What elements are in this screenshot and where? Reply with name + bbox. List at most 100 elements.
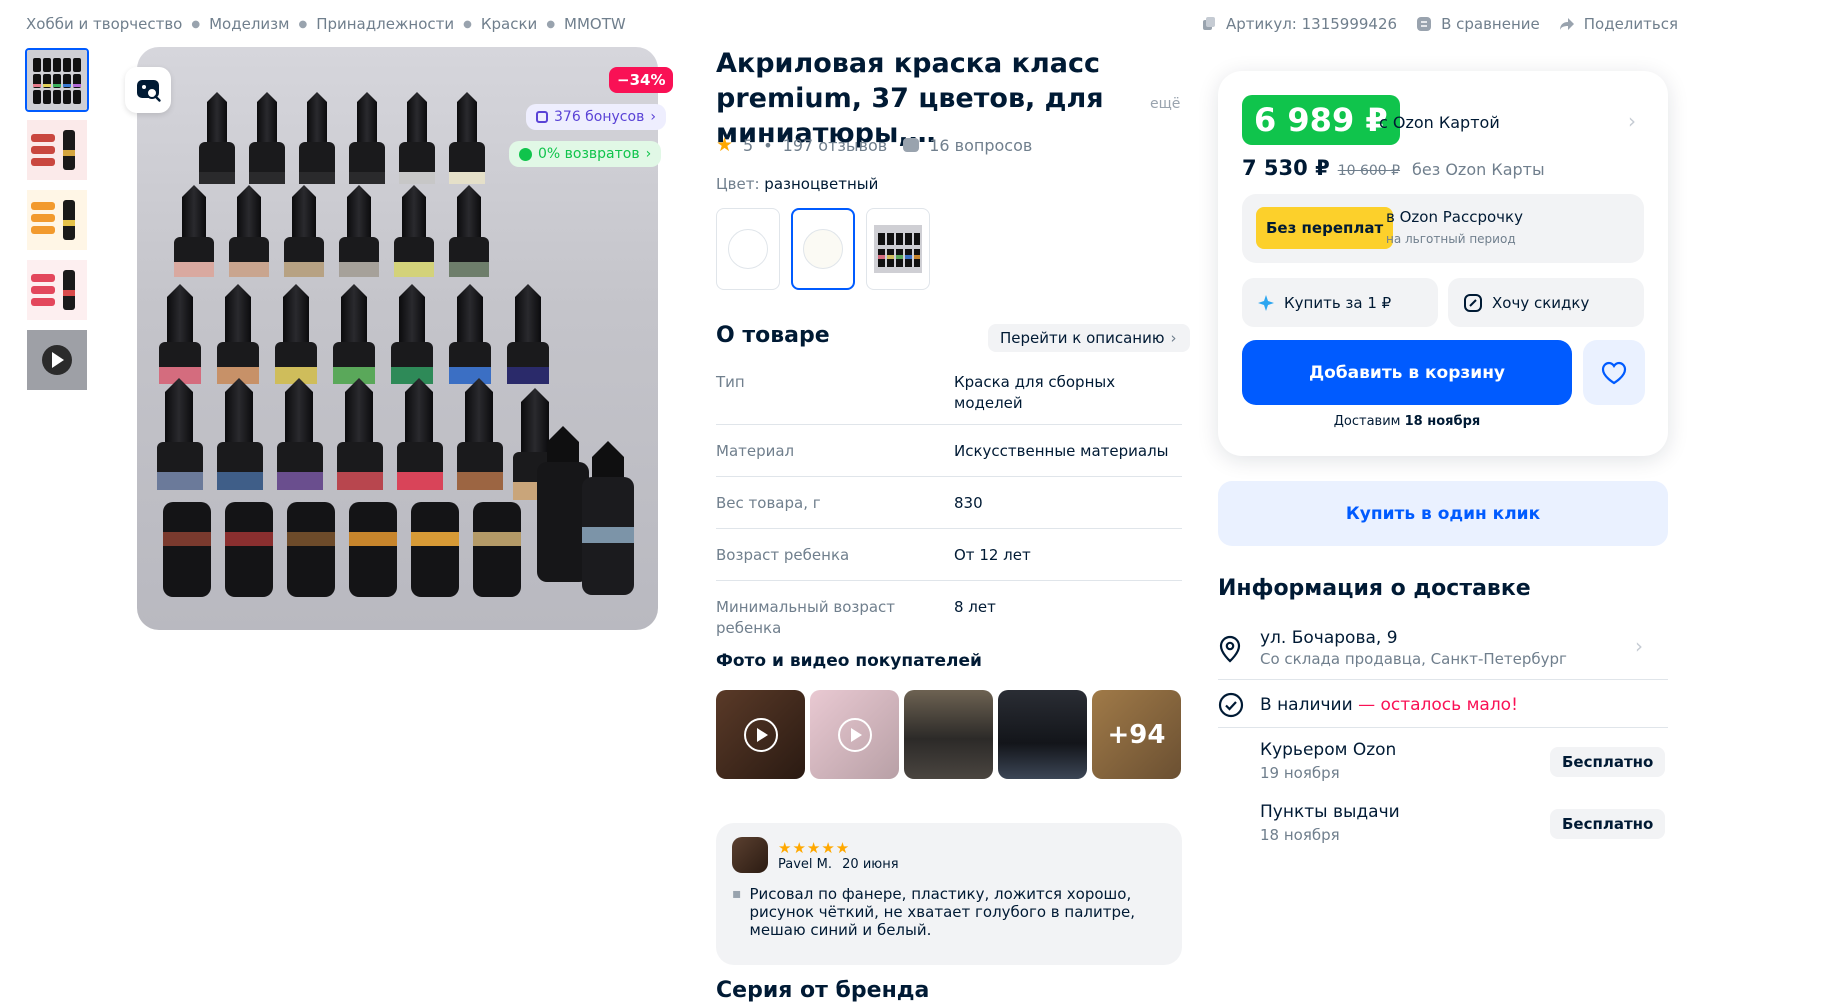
returns-label: 0% возвратов [538,146,640,162]
compare-button[interactable]: В сравнение [1415,15,1540,33]
paint-bottles-thumbnail [27,50,87,110]
thumbnail-infographic[interactable] [25,118,89,182]
bonus-badge[interactable]: 376 бонусов › [526,104,666,130]
thumbnail-infographic[interactable] [25,188,89,252]
with-ozon-card-label: с Ozon Картой [1379,113,1500,132]
breadcrumb-separator: ● [546,18,556,30]
review-card[interactable]: ★★★★★ Pavel M. 20 июня ▪ Рисовал по фане… [716,823,1182,965]
color-swatch-selected[interactable] [791,208,855,290]
price-card: 6 989 ₽ с Ozon Картой › 7 530 ₽ 10 600 ₽… [1218,71,1668,456]
heart-icon [1601,361,1627,384]
video-thumbnail [27,330,87,390]
buy-for-1-button[interactable]: Купить за 1 ₽ [1242,278,1438,327]
ugc-more[interactable]: +94 [1092,690,1181,779]
regular-price: 7 530 ₽ [1242,156,1330,180]
article-number[interactable]: Артикул: 1315999426 [1200,15,1397,33]
series-title: Серия от бренда [716,978,930,1003]
returns-badge[interactable]: 0% возвратов › [509,141,662,167]
infographic-thumbnail [27,190,87,250]
swatch-color [803,229,843,269]
delivery-note-prefix: Доставим [1333,414,1401,429]
compare-icon [1417,17,1432,31]
spec-key: Тип [716,373,745,391]
spec-value: 830 [954,494,983,512]
location-pin-icon [1219,635,1241,663]
swatch-paint-image [874,225,922,273]
play-icon [837,717,872,752]
paint-bottles-photo [157,92,634,597]
address-from: Со склада продавца, Санкт-Петербург [1260,650,1567,668]
discount-badge: −34% [609,67,674,93]
specs-table: Тип Краска для сборных моделей Материал … [716,356,1182,649]
article-label: Артикул: 1315999426 [1226,15,1398,33]
main-product-image[interactable] [137,47,658,630]
shipping-name: Пункты выдачи [1260,802,1400,822]
ugc-photo[interactable] [998,690,1087,779]
shipping-option-pickup[interactable]: Пункты выдачи 18 ноября Бесплатно [1260,802,1668,854]
comment-icon: ▪ [732,886,742,902]
ugc-photo[interactable] [904,690,993,779]
chevron-right-icon: › [650,109,656,125]
discount-tag-icon [1464,293,1482,312]
color-swatches [716,208,930,290]
ugc-title: Фото и видео покупателей [716,651,982,671]
shipping-name: Курьером Ozon [1260,740,1397,760]
goto-description-button[interactable]: Перейти к описанию › [988,324,1191,352]
favorite-button[interactable] [1583,340,1645,405]
thumbnail-video[interactable] [25,328,89,392]
visual-search-button[interactable] [125,67,171,113]
chevron-right-icon[interactable]: › [1628,109,1636,133]
delivery-address[interactable]: ул. Бочарова, 9 Со склада продавца, Санк… [1218,620,1668,680]
spec-row: Материал Искусственные материалы [716,425,1182,477]
spec-key: Минимальный возраст ребенка [716,598,896,637]
reviews-link[interactable]: 197 отзывов [783,136,888,155]
color-swatch[interactable] [866,208,930,290]
shipping-date: 19 ноября [1260,764,1340,782]
breadcrumb-item[interactable]: MMOTW [564,15,626,33]
question-icon [903,138,920,152]
installment-subtitle: на льготный период [1386,232,1516,246]
installment-block[interactable]: Без переплат в Ozon Рассрочку на льготны… [1242,194,1644,263]
rating-separator: • [763,135,773,155]
ugc-video[interactable] [810,690,899,779]
breadcrumb-separator: ● [298,18,308,30]
spec-value: Искусственные материалы [954,442,1169,460]
breadcrumb-separator: ● [191,18,201,30]
breadcrumb-item[interactable]: Хобби и творчество [26,15,182,33]
copy-icon [1203,17,1215,30]
breadcrumb-item[interactable]: Краски [481,15,537,33]
breadcrumb-item[interactable]: Принадлежности [316,15,454,33]
want-discount-label: Хочу скидку [1492,293,1590,312]
review-header: ★★★★★ Pavel M. 20 июня [732,837,1166,873]
ugc-video[interactable] [716,690,805,779]
chevron-right-icon: › [1635,634,1643,658]
review-stars: ★★★★★ [778,838,851,857]
questions-link[interactable]: 16 вопросов [929,136,1032,155]
color-swatch[interactable] [716,208,780,290]
add-to-cart-button[interactable]: Добавить в корзину [1242,340,1572,405]
spec-row: Возраст ребенка От 12 лет [716,529,1182,581]
breadcrumb-item[interactable]: Моделизм [209,15,289,33]
stock-status: В наличии — осталось мало! [1218,680,1668,728]
want-discount-button[interactable]: Хочу скидку [1448,278,1644,327]
thumbnail-photo[interactable] [25,48,89,112]
compare-label: В сравнение [1441,15,1540,33]
thumbnail-infographic[interactable] [25,258,89,322]
rating-row: ★ 5 • 197 отзывов 16 вопросов [716,134,1032,156]
buy-one-click-button[interactable]: Купить в один клик [1218,481,1668,546]
review-author: Pavel M. [778,856,833,872]
shipping-option-courier[interactable]: Курьером Ozon 19 ноября Бесплатно [1260,740,1668,792]
spec-row: Тип Краска для сборных моделей [716,356,1182,425]
spec-value: От 12 лет [954,546,1031,564]
title-more-link[interactable]: ещё [1150,96,1180,112]
image-search-icon [137,80,161,102]
top-actions: Артикул: 1315999426 В сравнение Поделить… [1200,12,1678,36]
infographic-thumbnail [27,120,87,180]
ozon-card-price: 6 989 ₽ [1242,95,1400,145]
stock-text: В наличии — осталось мало! [1260,695,1518,715]
color-value: разноцветный [764,175,879,193]
regular-price-row: 7 530 ₽ 10 600 ₽ без Ozon Карты [1242,156,1545,180]
share-button[interactable]: Поделиться [1558,15,1678,33]
color-label-text: Цвет: [716,175,760,193]
infographic-thumbnail [27,260,87,320]
